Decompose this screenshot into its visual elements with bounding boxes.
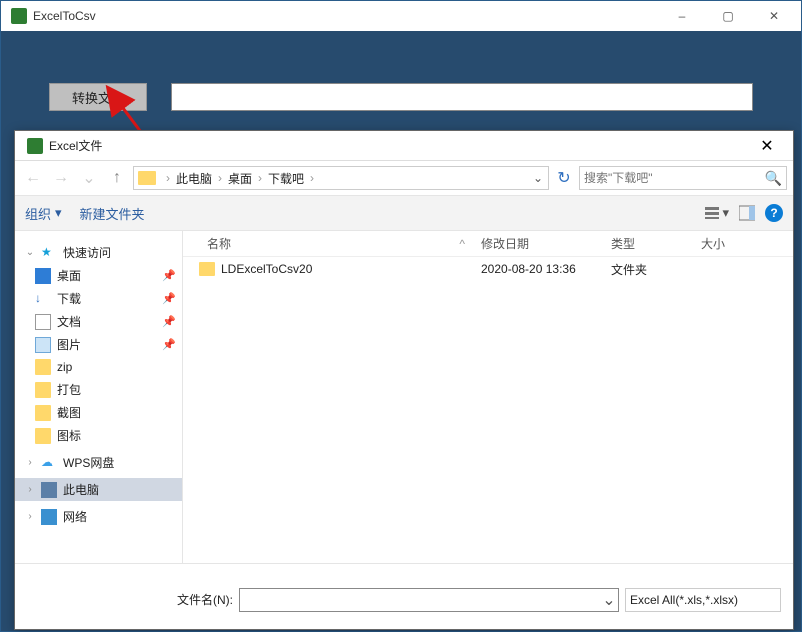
maximize-button[interactable]: ▢	[705, 1, 751, 31]
sidebar-item-quick-access[interactable]: ⌄★快速访问	[15, 241, 182, 264]
pin-icon: 📌	[162, 269, 176, 282]
folder-icon	[35, 428, 51, 444]
sidebar-item-zip[interactable]: zip	[15, 356, 182, 378]
chevron-down-icon: ▾	[722, 205, 729, 221]
chevron-down-icon[interactable]: ⌄	[600, 590, 618, 610]
crumb-dropdown-icon[interactable]: ⌄	[528, 171, 548, 185]
dialog-app-icon	[27, 138, 43, 154]
app-icon	[11, 8, 27, 24]
preview-pane-button[interactable]	[739, 205, 755, 221]
sidebar-item-wps[interactable]: ›☁WPS网盘	[15, 451, 182, 474]
sidebar: ⌄★快速访问 桌面📌 下载📌 文档📌 图片📌 zip 打包 截图 图标 ›☁WP…	[15, 231, 183, 563]
dialog-titlebar: Excel文件 ✕	[15, 131, 793, 161]
col-size[interactable]: 大小	[693, 235, 773, 252]
folder-icon	[138, 171, 156, 185]
nav-up-button[interactable]: ↑	[105, 166, 129, 190]
star-icon: ★	[41, 245, 57, 261]
dialog-navbar: ← → ⌄ ↑ › 此电脑 › 桌面 › 下载吧 › ⌄ ↻ 🔍	[15, 161, 793, 195]
help-button[interactable]: ?	[765, 204, 783, 222]
path-input[interactable]	[171, 83, 753, 111]
dialog-toolbar: 组织▾ 新建文件夹 ▾ ?	[15, 195, 793, 231]
nav-history-button[interactable]: ⌄	[77, 166, 101, 190]
pin-icon: 📌	[162, 338, 176, 351]
crumb-desktop[interactable]: 桌面	[228, 170, 252, 187]
pc-icon	[41, 482, 57, 498]
file-pane: 名称^ 修改日期 类型 大小 LDExcelToCsv20 2020-08-20…	[183, 231, 793, 563]
search-icon[interactable]: 🔍	[765, 170, 782, 187]
col-date[interactable]: 修改日期	[473, 235, 603, 252]
refresh-button[interactable]: ↻	[553, 167, 575, 189]
crumb-thispc[interactable]: 此电脑	[176, 170, 212, 187]
main-titlebar: ExcelToCsv – ▢ ✕	[1, 1, 801, 31]
sidebar-item-network[interactable]: ›网络	[15, 505, 182, 528]
sidebar-item-desktop[interactable]: 桌面📌	[15, 264, 182, 287]
crumb-separator: ›	[162, 171, 174, 185]
pin-icon: 📌	[162, 292, 176, 305]
expand-icon: ›	[25, 457, 35, 468]
folder-icon	[35, 359, 51, 375]
search-box[interactable]: 🔍	[579, 166, 787, 190]
col-type[interactable]: 类型	[603, 235, 693, 252]
download-icon	[35, 291, 51, 307]
view-details-button[interactable]: ▾	[704, 205, 729, 221]
breadcrumb[interactable]: › 此电脑 › 桌面 › 下载吧 › ⌄	[133, 166, 549, 190]
dialog-title: Excel文件	[49, 137, 747, 154]
new-folder-button[interactable]: 新建文件夹	[80, 204, 145, 223]
sidebar-item-downloads[interactable]: 下载📌	[15, 287, 182, 310]
column-headers: 名称^ 修改日期 类型 大小	[183, 231, 793, 257]
sidebar-item-pack[interactable]: 打包	[15, 378, 182, 401]
expand-icon: ›	[25, 511, 35, 522]
chevron-down-icon: ▾	[55, 205, 62, 221]
sidebar-item-pictures[interactable]: 图片📌	[15, 333, 182, 356]
minimize-button[interactable]: –	[659, 1, 705, 31]
picture-icon	[35, 337, 51, 353]
cloud-icon: ☁	[41, 455, 57, 471]
desktop-icon	[35, 268, 51, 284]
dialog-footer: 文件名(N): ⌄ Excel All(*.xls,*.xlsx)	[15, 563, 793, 629]
nav-back-button[interactable]: ←	[21, 166, 45, 190]
network-icon	[41, 509, 57, 525]
sort-asc-icon: ^	[459, 237, 465, 251]
crumb-downloads[interactable]: 下载吧	[268, 170, 304, 187]
pin-icon: 📌	[162, 315, 176, 328]
organize-menu[interactable]: 组织▾	[25, 204, 62, 223]
nav-forward-button[interactable]: →	[49, 166, 73, 190]
dialog-close-button[interactable]: ✕	[747, 132, 787, 160]
app-title: ExcelToCsv	[33, 9, 659, 23]
file-list: LDExcelToCsv20 2020-08-20 13:36 文件夹	[183, 257, 793, 563]
col-name[interactable]: 名称^	[183, 235, 473, 252]
expand-icon: ›	[25, 484, 35, 495]
document-icon	[35, 314, 51, 330]
sidebar-item-thispc[interactable]: ›此电脑	[15, 478, 182, 501]
table-row[interactable]: LDExcelToCsv20 2020-08-20 13:36 文件夹	[183, 257, 793, 281]
crumb-separator: ›	[306, 171, 318, 185]
expand-icon: ⌄	[25, 247, 35, 258]
search-input[interactable]	[584, 171, 765, 185]
file-dialog: Excel文件 ✕ ← → ⌄ ↑ › 此电脑 › 桌面 › 下载吧 › ⌄ ↻…	[14, 130, 794, 630]
sidebar-item-screenshot[interactable]: 截图	[15, 401, 182, 424]
crumb-separator: ›	[254, 171, 266, 185]
crumb-separator: ›	[214, 171, 226, 185]
folder-icon	[35, 382, 51, 398]
filetype-select[interactable]: Excel All(*.xls,*.xlsx)	[625, 588, 781, 612]
folder-icon	[35, 405, 51, 421]
folder-icon	[199, 262, 215, 276]
sidebar-item-icon[interactable]: 图标	[15, 424, 182, 447]
filename-input[interactable]: ⌄	[239, 588, 619, 612]
sidebar-item-documents[interactable]: 文档📌	[15, 310, 182, 333]
convert-button[interactable]: 转换文件	[49, 83, 147, 111]
filename-label: 文件名(N):	[177, 591, 233, 608]
close-button[interactable]: ✕	[751, 1, 797, 31]
